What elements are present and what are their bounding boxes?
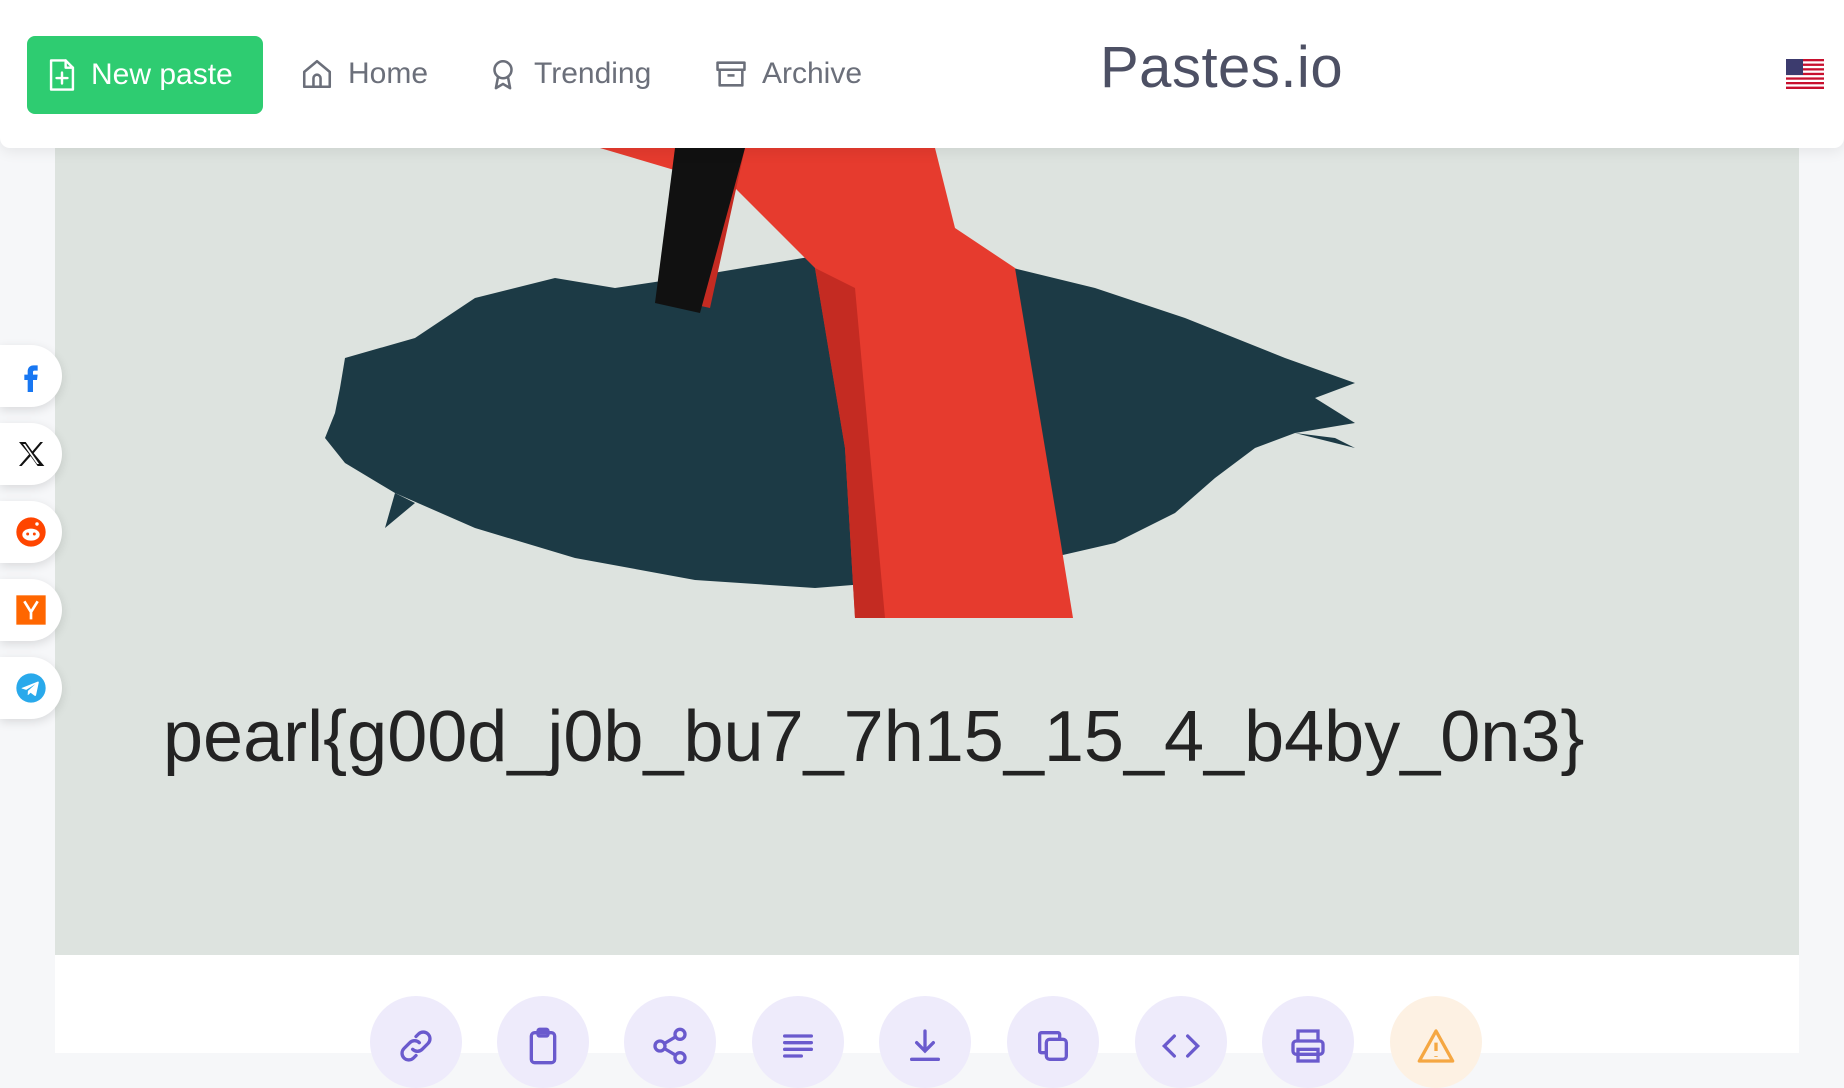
us-flag-icon[interactable] <box>1786 59 1824 89</box>
nav-home[interactable]: Home <box>300 50 428 98</box>
clipboard-button[interactable] <box>497 996 589 1088</box>
share-facebook-button[interactable] <box>0 345 62 407</box>
copy-icon <box>1038 1031 1068 1061</box>
embed-button[interactable] <box>1135 996 1227 1088</box>
report-button[interactable] <box>1390 996 1482 1088</box>
download-button[interactable] <box>879 996 971 1088</box>
paste-image: pearl{g00d_j0b_bu7_7h15_15_4_b4by_0n3} <box>55 148 1799 955</box>
share-button[interactable] <box>624 996 716 1088</box>
link-icon <box>400 1030 432 1062</box>
share-telegram-button[interactable] <box>0 657 62 719</box>
reddit-icon <box>16 517 46 547</box>
hackernews-icon <box>16 595 46 625</box>
nav-home-label: Home <box>348 57 429 90</box>
raw-text-button[interactable] <box>752 996 844 1088</box>
flag-text: pearl{g00d_j0b_bu7_7h15_15_4_b4by_0n3} <box>163 697 1585 777</box>
share-x-button[interactable] <box>0 423 62 485</box>
new-paste-button[interactable]: New paste <box>27 36 263 114</box>
share-reddit-button[interactable] <box>0 501 62 563</box>
nav-trending-label: Trending <box>534 57 652 90</box>
hand-in-hole-illustration <box>325 148 1355 618</box>
nav-trending[interactable]: Trending <box>486 50 651 98</box>
text-align-icon <box>783 1034 813 1058</box>
x-icon <box>19 442 45 466</box>
nav-archive[interactable]: Archive <box>714 50 862 98</box>
archive-icon <box>716 61 746 87</box>
nav-archive-label: Archive <box>762 57 863 90</box>
telegram-icon <box>16 673 46 703</box>
warning-icon <box>1417 1029 1455 1063</box>
clone-button[interactable] <box>1007 996 1099 1088</box>
site-title[interactable]: Pastes.io <box>1100 34 1343 101</box>
share-hackernews-button[interactable] <box>0 579 62 641</box>
new-paste-label: New paste <box>91 58 233 91</box>
top-header: New paste Home Trending Archive Pastes.i… <box>0 0 1844 148</box>
copy-link-button[interactable] <box>370 996 462 1088</box>
award-icon <box>493 59 513 90</box>
code-icon <box>1161 1034 1201 1058</box>
download-icon <box>910 1029 940 1061</box>
print-button[interactable] <box>1262 996 1354 1088</box>
print-icon <box>1291 1029 1325 1063</box>
facebook-icon <box>24 365 38 392</box>
file-plus-icon <box>49 59 75 91</box>
clipboard-icon <box>529 1027 557 1065</box>
share-icon <box>653 1027 687 1065</box>
home-icon <box>302 59 332 89</box>
